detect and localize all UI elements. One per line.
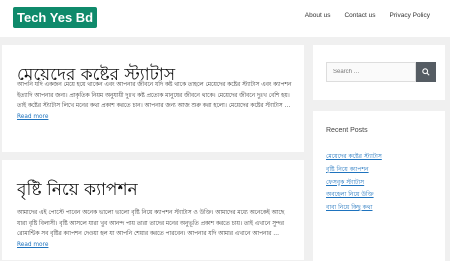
search-widget — [313, 45, 445, 100]
nav-item-about-us[interactable]: About us — [305, 12, 331, 19]
recent-post-link[interactable]: বাবা নিয়ে কিছু কথা — [326, 204, 373, 211]
post-excerpt-text: আমাদের এই পোস্টে পাবেন অনেক ভালো ভালো বৃ… — [17, 210, 285, 237]
nav-item-privacy-policy[interactable]: Privacy Policy — [390, 12, 430, 19]
post-card: মেয়েদের কষ্টের স্ট্যাটাস আপনি যদি একজন … — [2, 45, 304, 152]
read-more-link[interactable]: Read more — [17, 114, 48, 120]
search-icon — [422, 68, 430, 76]
site-logo[interactable]: Tech Yes Bd — [13, 7, 98, 28]
recent-post-link[interactable]: অবহেলা নিয়ে উক্তি — [326, 191, 374, 198]
nav-item-contact-us[interactable]: Contact us — [344, 12, 375, 19]
recent-posts-widget: Recent Posts মেয়েদের কষ্টের স্ট্যাটাস ব… — [313, 111, 445, 261]
search-input[interactable] — [326, 62, 416, 82]
recent-posts-list: মেয়েদের কষ্টের স্ট্যাটাস বৃষ্টি নিয়ে ক… — [326, 151, 382, 215]
recent-posts-title: Recent Posts — [326, 127, 368, 134]
read-more-link[interactable]: Read more — [17, 242, 48, 248]
post-card: বৃষ্টি নিয়ে ক্যাপশন আমাদের এই পোস্টে পা… — [2, 160, 304, 260]
post-excerpt: আমাদের এই পোস্টে পাবেন অনেক ভালো ভালো বৃ… — [17, 208, 292, 250]
post-title[interactable]: বৃষ্টি নিয়ে ক্যাপশন — [17, 177, 138, 205]
recent-post-link[interactable]: বৃষ্টি নিয়ে ক্যাপশন — [326, 166, 369, 173]
recent-post-link[interactable]: ফেসবুক স্ট্যাটাস — [326, 179, 364, 186]
list-item: মেয়েদের কষ্টের স্ট্যাটাস — [326, 151, 382, 164]
list-item: ফেসবুক স্ট্যাটাস — [326, 177, 382, 190]
list-item: বাবা নিয়ে কিছু কথা — [326, 202, 382, 215]
post-excerpt-text: আপনি যদি একজন মেয়ে হয়ে থাকেন এবং আপনার… — [17, 82, 292, 109]
main-nav: About us Contact us Privacy Policy — [305, 12, 430, 19]
recent-post-link[interactable]: মেয়েদের কষ্টের স্ট্যাটাস — [326, 153, 382, 160]
post-excerpt: আপনি যদি একজন মেয়ে হয়ে থাকেন এবং আপনার… — [17, 80, 292, 122]
list-item: অবহেলা নিয়ে উক্তি — [326, 189, 382, 202]
site-header: Tech Yes Bd About us Contact us Privacy … — [0, 0, 450, 37]
search-button[interactable] — [416, 62, 436, 82]
list-item: বৃষ্টি নিয়ে ক্যাপশন — [326, 164, 382, 177]
